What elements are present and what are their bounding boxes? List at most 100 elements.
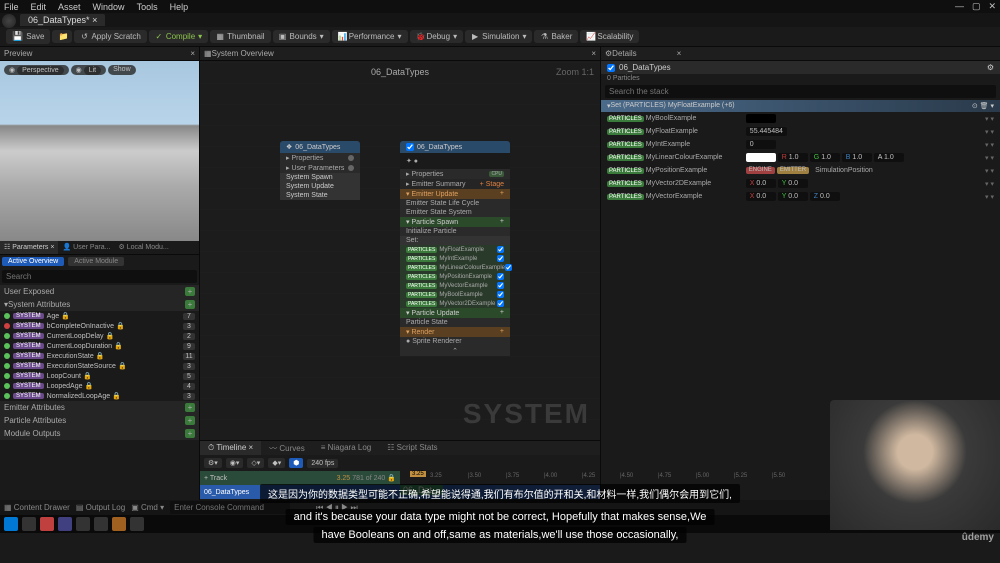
system-attribute-row[interactable]: SYSTEMbCompleteOnInactive🔒3 bbox=[0, 321, 199, 331]
taskbar-icon[interactable] bbox=[94, 517, 108, 531]
details-property-row[interactable]: PARTICLESMyBoolExample ▾ ▾ bbox=[601, 112, 1000, 125]
window-close-icon[interactable]: ✕ bbox=[988, 1, 996, 12]
timeline-filter-icon[interactable]: ◉▾ bbox=[226, 458, 244, 468]
timeline-ruler[interactable]: 3.25 3.25|3.50|3.75|4.00|4.25|4.50|4.75|… bbox=[400, 471, 600, 485]
details-property-row[interactable]: PARTICLESMyFloatExample55.445484▾ ▾ bbox=[601, 125, 1000, 138]
tab-parameters[interactable]: ☷ Parameters × bbox=[0, 241, 58, 254]
dropdown-icon[interactable]: ▾ ▾ bbox=[985, 128, 994, 136]
add-track-button[interactable]: + Track 3.25 781 of 240 🔒 bbox=[200, 471, 400, 485]
node-row[interactable]: System State bbox=[280, 191, 360, 200]
scalability-button[interactable]: 📈Scalability bbox=[580, 30, 639, 43]
add-icon[interactable]: + bbox=[185, 416, 195, 425]
dropdown-icon[interactable]: ▾ ▾ bbox=[985, 180, 994, 188]
add-icon[interactable]: + bbox=[185, 300, 195, 309]
system-attribute-row[interactable]: SYSTEMAge🔒7 bbox=[0, 311, 199, 321]
system-overview-tab[interactable]: ▦ System Overview × bbox=[200, 47, 600, 61]
active-overview-button[interactable]: Active Overview bbox=[2, 257, 64, 266]
active-module-button[interactable]: Active Module bbox=[68, 257, 124, 266]
timeline-key-icon[interactable]: ◆▾ bbox=[268, 458, 285, 468]
menu-tools[interactable]: Tools bbox=[137, 2, 158, 12]
cmd-dropdown[interactable]: ▣ Cmd ▾ bbox=[131, 503, 164, 512]
var-enabled-checkbox[interactable] bbox=[497, 300, 504, 307]
node-row[interactable]: ▸ User Parameters bbox=[280, 163, 360, 173]
taskbar-icon[interactable] bbox=[130, 517, 144, 531]
node-header[interactable]: ❖06_DataTypes bbox=[280, 141, 360, 153]
module-row[interactable]: ● Sprite Renderer bbox=[400, 337, 510, 346]
close-icon[interactable]: × bbox=[591, 49, 596, 58]
timeline-settings-icon[interactable]: ⚙▾ bbox=[204, 458, 222, 468]
add-icon[interactable]: + bbox=[185, 287, 195, 296]
taskbar-icon[interactable] bbox=[40, 517, 54, 531]
details-asset-name[interactable]: 06_DataTypes⚙ bbox=[601, 61, 1000, 74]
user-exposed-header[interactable]: User Exposed+ bbox=[0, 285, 199, 298]
system-attribute-row[interactable]: SYSTEMExecutionStateSource🔒3 bbox=[0, 361, 199, 371]
system-attribute-row[interactable]: SYSTEMCurrentLoopDuration🔒9 bbox=[0, 341, 199, 351]
apply-scratch-button[interactable]: ↺Apply Scratch bbox=[74, 30, 146, 43]
document-tab[interactable]: 06_DataTypes* × bbox=[20, 14, 105, 26]
var-enabled-checkbox[interactable] bbox=[497, 291, 504, 298]
add-stage-button[interactable]: + Stage bbox=[480, 181, 504, 188]
module-row[interactable]: Particle State bbox=[400, 318, 510, 327]
viewport-perspective-button[interactable]: ◉ Perspective bbox=[4, 65, 69, 75]
output-log-button[interactable]: ▤ Output Log bbox=[76, 503, 125, 512]
baker-button[interactable]: ⚗Baker bbox=[534, 30, 578, 43]
taskbar-icon[interactable] bbox=[22, 517, 36, 531]
var-enabled-checkbox[interactable] bbox=[497, 273, 504, 280]
system-attribute-row[interactable]: SYSTEMLoopedAge🔒4 bbox=[0, 381, 199, 391]
browse-button[interactable]: 📁 bbox=[52, 30, 72, 43]
set-variable-row[interactable]: PARTICLESMyVectorExample bbox=[400, 281, 510, 290]
dropdown-icon[interactable]: ▾ ▾ bbox=[985, 115, 994, 123]
taskbar-icon[interactable] bbox=[4, 517, 18, 531]
module-row[interactable]: Emitter State Life Cycle bbox=[400, 199, 510, 208]
pin-icon[interactable] bbox=[348, 155, 354, 161]
set-module-header[interactable]: Set: bbox=[400, 236, 510, 245]
tab-local-modules[interactable]: ⚙ Local Modu... bbox=[115, 241, 173, 254]
graph-canvas[interactable]: 06_DataTypes Zoom 1:1 ❖06_DataTypes ▸ Pr… bbox=[200, 61, 600, 440]
parameter-search-input[interactable] bbox=[2, 270, 197, 283]
details-property-row[interactable]: PARTICLESMyVectorExample0.00.00.0▾ ▾ bbox=[601, 190, 1000, 203]
window-maximize-icon[interactable]: ▢ bbox=[972, 1, 981, 12]
details-category-header[interactable]: ▾ Set (PARTICLES) MyFloatExample (+6)⊙ 🗑… bbox=[601, 100, 1000, 112]
dropdown-icon[interactable]: ▾ ▾ bbox=[985, 167, 994, 175]
details-property-row[interactable]: PARTICLESMyVector2DExample0.00.0▾ ▾ bbox=[601, 177, 1000, 190]
emitter-attributes-header[interactable]: Emitter Attributes+ bbox=[0, 401, 199, 414]
tab-user-parameters[interactable]: 👤 User Para... bbox=[58, 241, 114, 254]
add-icon[interactable]: + bbox=[185, 429, 195, 438]
save-button[interactable]: Save bbox=[6, 29, 50, 44]
var-enabled-checkbox[interactable] bbox=[497, 246, 504, 253]
emitter-node[interactable]: 06_DataTypes ✦ ● ▸ PropertiesCPU ▸ Emitt… bbox=[400, 141, 510, 356]
var-enabled-checkbox[interactable] bbox=[497, 282, 504, 289]
simulation-button[interactable]: ▶Simulation ▾ bbox=[465, 30, 532, 43]
menu-help[interactable]: Help bbox=[170, 2, 189, 12]
timeline-capture-icon[interactable]: ⬢ bbox=[289, 458, 303, 468]
system-attributes-header[interactable]: ▾ System Attributes+ bbox=[0, 298, 199, 311]
system-node[interactable]: ❖06_DataTypes ▸ Properties▸ User Paramet… bbox=[280, 141, 360, 200]
module-row[interactable]: Initialize Particle bbox=[400, 227, 510, 236]
tab-timeline[interactable]: ⏱ Timeline × bbox=[200, 441, 261, 455]
pin-icon[interactable] bbox=[348, 165, 354, 171]
particle-attributes-header[interactable]: Particle Attributes+ bbox=[0, 414, 199, 427]
viewport-lit-button[interactable]: ◉ Lit bbox=[71, 65, 106, 75]
playhead-marker[interactable]: 3.25 bbox=[410, 471, 426, 477]
set-variable-row[interactable]: PARTICLESMyLinearColourExample bbox=[400, 263, 510, 272]
node-row[interactable]: System Update bbox=[280, 182, 360, 191]
set-variable-row[interactable]: PARTICLESMyIntExample bbox=[400, 254, 510, 263]
add-icon[interactable]: + bbox=[185, 403, 195, 412]
compile-button[interactable]: ✓Compile ▾ bbox=[149, 30, 208, 43]
details-property-row[interactable]: PARTICLESMyIntExample0▾ ▾ bbox=[601, 138, 1000, 151]
dropdown-icon[interactable]: ▾ ▾ bbox=[985, 154, 994, 162]
details-search-input[interactable] bbox=[605, 85, 996, 98]
set-variable-row[interactable]: PARTICLESMyVector2DExample bbox=[400, 299, 510, 308]
details-tab[interactable]: ⚙ Details× bbox=[601, 47, 1000, 61]
set-variable-row[interactable]: PARTICLESMyBoolExample bbox=[400, 290, 510, 299]
details-enabled-checkbox[interactable] bbox=[607, 64, 615, 72]
menu-edit[interactable]: Edit bbox=[31, 2, 47, 12]
system-attribute-row[interactable]: SYSTEMLoopCount🔒5 bbox=[0, 371, 199, 381]
taskbar-icon[interactable] bbox=[112, 517, 126, 531]
tab-niagara-log[interactable]: ≡ Niagara Log bbox=[313, 441, 379, 455]
node-row[interactable]: System Spawn bbox=[280, 173, 360, 182]
timeline-snap-icon[interactable]: ◇▾ bbox=[247, 458, 264, 468]
menu-asset[interactable]: Asset bbox=[58, 2, 81, 12]
preview-viewport[interactable]: ◉ Perspective ◉ Lit Show bbox=[0, 61, 199, 241]
node-row[interactable]: ▸ Properties bbox=[280, 153, 360, 163]
